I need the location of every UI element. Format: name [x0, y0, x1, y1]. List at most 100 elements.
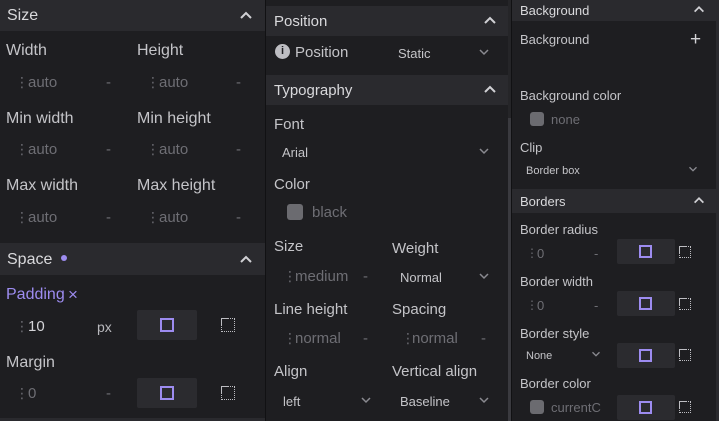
borders-section-header[interactable]: Borders [512, 189, 719, 213]
size-section-title: Size [7, 7, 39, 24]
style-panel-column-3: Background Background + Background color… [512, 0, 719, 421]
color-swatch[interactable] [530, 112, 544, 126]
spacing-input[interactable]: normal [412, 330, 458, 347]
background-section-header[interactable]: Background [512, 0, 719, 21]
font-size-label: Size [274, 238, 304, 255]
border-radius-all-button[interactable] [617, 239, 675, 264]
border-style-select[interactable]: None [526, 350, 552, 362]
border-color-label: Border color [520, 376, 591, 391]
individual-sides-icon[interactable] [221, 386, 235, 400]
spacing-unit[interactable]: - [481, 330, 486, 347]
border-color-input[interactable]: currentColor [551, 400, 601, 415]
width-unit[interactable]: - [106, 74, 111, 91]
max-height-unit[interactable]: - [236, 209, 241, 226]
chevron-up-icon[interactable] [238, 7, 254, 23]
line-height-input[interactable]: normal [295, 330, 341, 347]
font-size-input[interactable]: medium [295, 268, 348, 285]
individual-sides-icon[interactable] [679, 349, 691, 361]
chevron-up-icon[interactable] [692, 193, 706, 207]
drag-handle-icon[interactable]: ⋮ [15, 318, 29, 335]
margin-unit[interactable]: - [106, 385, 111, 402]
position-select[interactable]: Static [398, 46, 431, 61]
individual-corners-icon[interactable] [679, 246, 691, 258]
chevron-down-icon[interactable] [358, 392, 374, 408]
square-icon [639, 401, 652, 414]
padding-input[interactable]: 10 [28, 318, 45, 335]
chevron-up-icon[interactable] [482, 12, 498, 28]
color-input[interactable]: black [312, 204, 347, 221]
line-height-label: Line height [274, 301, 348, 318]
chevron-down-icon[interactable] [476, 392, 492, 408]
border-radius-unit[interactable]: - [594, 246, 598, 261]
max-width-label: Max width [6, 177, 79, 194]
weight-label: Weight [392, 240, 439, 257]
width-label: Width [6, 42, 47, 59]
typography-section-header[interactable]: Typography [266, 75, 511, 105]
border-width-input[interactable]: 0 [537, 298, 544, 313]
chevron-down-icon[interactable] [476, 44, 492, 60]
margin-all-sides-button[interactable] [137, 378, 197, 408]
width-input[interactable]: auto [28, 74, 57, 91]
info-icon[interactable]: i [275, 44, 290, 59]
drag-handle-icon[interactable]: ⋮ [146, 141, 160, 158]
clear-padding-icon[interactable]: × [68, 285, 78, 305]
max-width-unit[interactable]: - [106, 209, 111, 226]
border-radius-input[interactable]: 0 [537, 246, 544, 261]
border-width-all-button[interactable] [617, 291, 675, 316]
background-color-input[interactable]: none [551, 112, 580, 127]
space-section-header[interactable]: Space [0, 243, 265, 275]
vertical-align-select[interactable]: Baseline [400, 394, 450, 409]
chevron-down-icon[interactable] [686, 162, 700, 176]
font-label: Font [274, 116, 305, 133]
style-panel-column-1: Size Width ⋮ auto - Height ⋮ auto - Min … [0, 0, 265, 421]
padding-unit[interactable]: px [97, 319, 112, 335]
font-select[interactable]: Arial [282, 145, 308, 160]
chevron-down-icon[interactable] [476, 143, 492, 159]
max-width-input[interactable]: auto [28, 209, 57, 226]
weight-select[interactable]: Normal [400, 270, 442, 285]
chevron-down-icon[interactable] [476, 268, 492, 284]
color-swatch[interactable] [530, 400, 544, 414]
border-color-all-button[interactable] [617, 395, 675, 420]
position-label: Position [295, 44, 349, 61]
min-height-input[interactable]: auto [159, 141, 188, 158]
padding-all-sides-button[interactable] [137, 310, 197, 340]
max-height-input[interactable]: auto [159, 209, 188, 226]
padding-label: Padding [6, 286, 65, 303]
chevron-up-icon[interactable] [482, 81, 498, 97]
border-style-label: Border style [520, 326, 590, 341]
color-swatch[interactable] [287, 204, 303, 220]
height-unit[interactable]: - [236, 74, 241, 91]
min-height-unit[interactable]: - [236, 141, 241, 158]
size-section-header[interactable]: Size [0, 0, 265, 31]
min-width-unit[interactable]: - [106, 141, 111, 158]
position-section-header[interactable]: Position [266, 6, 511, 36]
line-height-unit[interactable]: - [363, 330, 368, 347]
height-input[interactable]: auto [159, 74, 188, 91]
chevron-down-icon[interactable] [589, 347, 603, 361]
drag-handle-icon[interactable]: ⋮ [15, 141, 29, 158]
drag-handle-icon[interactable]: ⋮ [15, 209, 29, 226]
individual-sides-icon[interactable] [679, 401, 691, 413]
chevron-up-icon[interactable] [692, 2, 706, 16]
drag-handle-icon[interactable]: ⋮ [15, 385, 29, 402]
individual-sides-icon[interactable] [679, 298, 691, 310]
border-style-all-button[interactable] [617, 343, 675, 368]
borders-section-title: Borders [520, 194, 566, 209]
background-color-label: Background color [520, 88, 622, 103]
border-width-unit[interactable]: - [594, 298, 598, 313]
align-select[interactable]: left [283, 394, 300, 409]
min-height-label: Min height [137, 110, 211, 127]
min-width-input[interactable]: auto [28, 141, 57, 158]
space-section-title: Space [7, 251, 53, 268]
drag-handle-icon[interactable]: ⋮ [146, 209, 160, 226]
chevron-up-icon[interactable] [238, 251, 254, 267]
add-background-icon[interactable]: + [690, 29, 701, 51]
drag-handle-icon[interactable]: ⋮ [146, 74, 160, 91]
drag-handle-icon[interactable]: ⋮ [15, 74, 29, 91]
individual-sides-icon[interactable] [221, 318, 235, 332]
scrollbar-thumb[interactable] [508, 118, 511, 421]
margin-input[interactable]: 0 [28, 385, 36, 402]
font-size-unit[interactable]: - [363, 268, 368, 285]
clip-select[interactable]: Border box [526, 165, 580, 177]
